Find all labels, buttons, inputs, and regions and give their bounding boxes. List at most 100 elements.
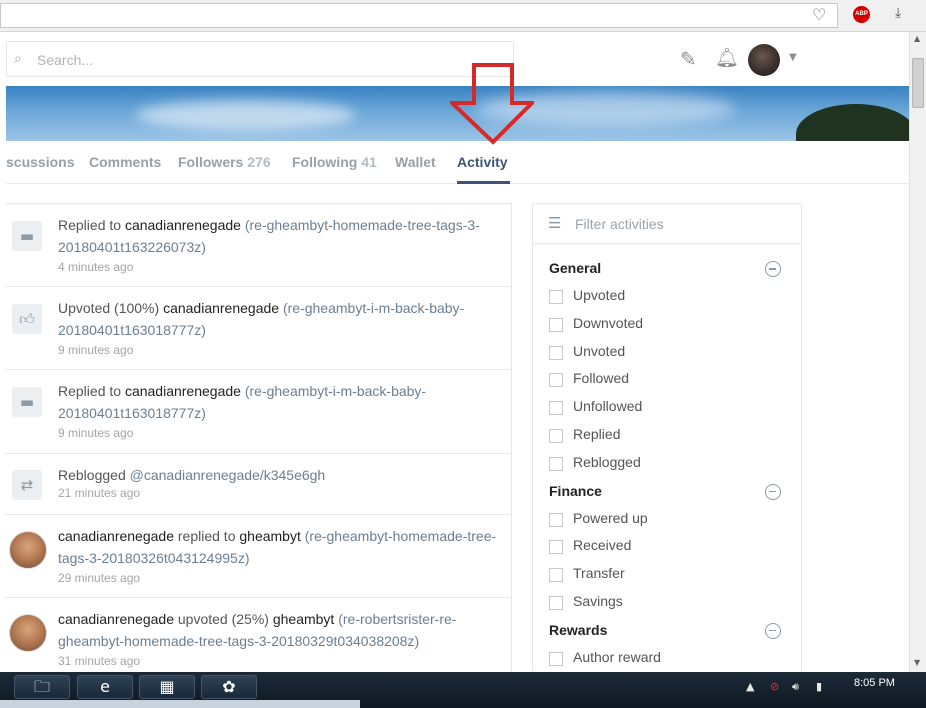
- username-link[interactable]: canadianrenegade: [125, 383, 241, 399]
- collapse-minus-icon[interactable]: [765, 261, 781, 277]
- filter-option[interactable]: Transfer: [549, 564, 789, 584]
- user-avatar[interactable]: [9, 614, 47, 652]
- activity-verb: Replied to: [58, 383, 125, 399]
- username-link[interactable]: canadianrenegade: [163, 300, 279, 316]
- browser-toolbar: ♡ ABP ⤓: [0, 0, 926, 32]
- filter-checkbox[interactable]: [549, 317, 563, 332]
- activity-item: canadianrenegade replied to gheambyt (re…: [6, 515, 511, 598]
- filter-checkbox[interactable]: [549, 512, 563, 527]
- scroll-down-arrow-icon[interactable]: ▼: [914, 658, 920, 667]
- collapse-minus-icon[interactable]: [765, 483, 781, 500]
- address-bar[interactable]: [0, 3, 838, 28]
- filter-option-label: Reblogged: [573, 453, 641, 470]
- comment-icon: ▬: [12, 387, 42, 417]
- filter-checkbox[interactable]: [549, 596, 563, 610]
- filter-option-label: Received: [573, 537, 632, 554]
- collapse-minus-icon[interactable]: [765, 622, 781, 639]
- filter-option-label: Powered up: [573, 509, 648, 526]
- activity-timestamp: 29 minutes ago: [58, 571, 141, 585]
- reblog-icon: ⇄: [12, 470, 42, 500]
- username-link[interactable]: canadianrenegade: [58, 611, 174, 627]
- filter-option[interactable]: Followed: [549, 369, 789, 389]
- username-link[interactable]: gheambyt: [239, 528, 300, 544]
- taskbar-paint-icon[interactable]: ✿: [201, 675, 257, 699]
- filter-checkbox[interactable]: [549, 345, 563, 360]
- filter-checkbox[interactable]: [549, 290, 563, 304]
- taskbar-clock[interactable]: 8:05 PM: [854, 677, 895, 689]
- activity-filter-panel: ☰ General Upvoted Downvoted Unvoted Followed…: [532, 203, 802, 673]
- activity-text: canadianrenegade replied to gheambyt (re…: [58, 525, 498, 569]
- filter-checkbox[interactable]: [549, 429, 563, 443]
- activity-text: canadianrenegade upvoted (25%) gheambyt …: [58, 608, 498, 652]
- chevron-down-icon[interactable]: ▼: [789, 52, 797, 63]
- filter-checkbox[interactable]: [549, 456, 563, 471]
- activity-timestamp: 31 minutes ago: [58, 654, 141, 668]
- filter-option-label: Unfollowed: [573, 398, 643, 415]
- filter-activities-input[interactable]: [575, 213, 790, 235]
- activity-text: Replied to canadianrenegade (re-gheambyt…: [58, 214, 498, 258]
- taskbar-folder-icon[interactable]: 🗀: [14, 675, 70, 699]
- tab-followers[interactable]: Followers 276: [178, 154, 271, 170]
- filter-header: ☰: [533, 204, 801, 244]
- activity-timestamp: 21 minutes ago: [58, 486, 141, 500]
- filter-option[interactable]: Author reward: [549, 648, 789, 668]
- filter-option[interactable]: Upvoted: [549, 286, 789, 306]
- activity-text: Reblogged @canadianrenegade/k345e6gh: [58, 464, 498, 486]
- tab-discussions[interactable]: scussions: [6, 154, 74, 170]
- filter-search-icon: ☰: [548, 214, 562, 232]
- activity-item: 👍︎ Upvoted (100%) canadianrenegade (re-gh…: [6, 287, 511, 370]
- tray-expand-icon[interactable]: ▲: [746, 680, 754, 693]
- tab-wallet[interactable]: Wallet: [395, 154, 436, 170]
- search-box[interactable]: ⌕: [6, 41, 514, 77]
- filter-option-label: Downvoted: [573, 314, 644, 331]
- filter-option[interactable]: Savings: [549, 592, 789, 612]
- tray-volume-icon[interactable]: 🔊︎: [792, 680, 799, 694]
- username-link[interactable]: canadianrenegade: [125, 217, 241, 233]
- scroll-up-arrow-icon[interactable]: ▲: [914, 34, 920, 43]
- filter-option[interactable]: Unvoted: [549, 342, 789, 362]
- tab-following[interactable]: Following 41: [292, 154, 377, 170]
- user-avatar[interactable]: [9, 531, 47, 569]
- download-icon[interactable]: ⤓: [895, 5, 901, 21]
- filter-checkbox[interactable]: [549, 568, 563, 583]
- page-scrollbar[interactable]: ▲ ▼: [909, 32, 926, 672]
- taskbar-ie-icon[interactable]: e: [77, 675, 133, 699]
- filter-option-label: Replied: [573, 426, 621, 442]
- adblock-icon[interactable]: ABP: [853, 6, 870, 23]
- filter-option-label: Unvoted: [573, 342, 626, 359]
- notifications-bell-icon[interactable]: 🔔︎: [715, 46, 739, 69]
- scroll-thumb[interactable]: [912, 58, 924, 108]
- filter-option[interactable]: Unfollowed: [549, 397, 789, 417]
- filter-option[interactable]: Powered up: [549, 509, 789, 529]
- tray-security-icon[interactable]: ⊘: [770, 680, 779, 693]
- filter-option[interactable]: Replied: [549, 425, 789, 445]
- filter-option[interactable]: Reblogged: [549, 453, 789, 473]
- activity-timestamp: 9 minutes ago: [58, 426, 134, 440]
- filter-group-title: Finance: [549, 482, 602, 499]
- tab-label: Comments: [89, 154, 162, 170]
- filter-group-title: Rewards: [549, 621, 608, 638]
- tray-network-icon[interactable]: ▮: [816, 680, 822, 693]
- activity-text: Replied to canadianrenegade (re-gheambyt…: [58, 380, 498, 424]
- active-tab-indicator: [457, 181, 510, 184]
- username-link[interactable]: gheambyt: [273, 611, 334, 627]
- activity-item: ▬ Replied to canadianrenegade (re-gheamby…: [6, 370, 511, 454]
- user-avatar[interactable]: [748, 44, 780, 76]
- filter-checkbox[interactable]: [549, 401, 563, 416]
- tab-activity[interactable]: Activity: [457, 154, 508, 170]
- filter-checkbox[interactable]: [549, 540, 563, 555]
- permlink[interactable]: @canadianrenegade/k345e6gh: [130, 467, 326, 483]
- filter-checkbox[interactable]: [549, 373, 563, 388]
- filter-checkbox[interactable]: [549, 651, 563, 666]
- filter-option[interactable]: Downvoted: [549, 314, 789, 334]
- taskbar-calculator-icon[interactable]: ▦: [139, 675, 195, 699]
- tab-comments[interactable]: Comments: [89, 154, 161, 170]
- search-input[interactable]: [37, 50, 497, 70]
- write-post-icon[interactable]: ✎: [680, 47, 697, 71]
- filter-option[interactable]: Received: [549, 536, 789, 556]
- bookmark-heart-icon[interactable]: ♡: [812, 6, 826, 24]
- filter-option-label: Followed: [573, 370, 630, 387]
- filter-option-label: Transfer: [573, 565, 625, 582]
- username-link[interactable]: canadianrenegade: [58, 528, 174, 544]
- filter-option-label: Upvoted: [573, 287, 626, 303]
